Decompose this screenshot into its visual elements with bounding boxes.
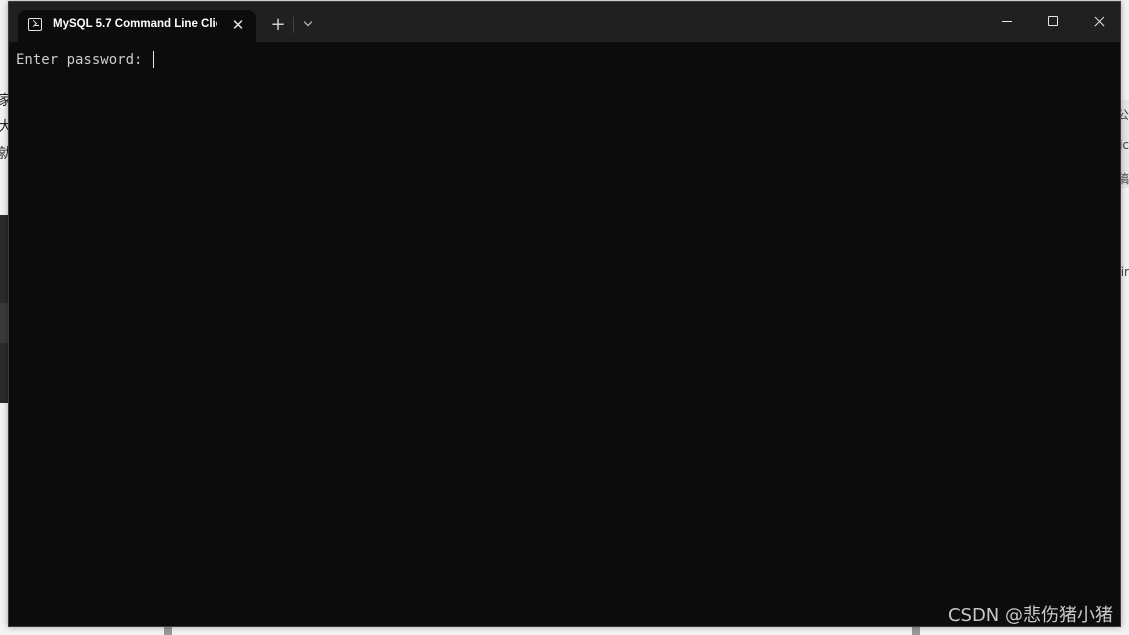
divider (293, 17, 294, 33)
terminal-icon (28, 18, 42, 31)
close-tab-icon[interactable]: ✕ (228, 15, 248, 35)
minimize-button[interactable] (984, 2, 1030, 42)
watermark: CSDN @悲伤猪小猪 (947, 605, 1113, 626)
title-bar[interactable]: MySQL 5.7 Command Line Client ✕ + (9, 2, 1120, 42)
tab-mysql-client[interactable]: MySQL 5.7 Command Line Client ✕ (18, 10, 256, 42)
plus-icon[interactable]: + (267, 14, 289, 36)
background-scrollbar (164, 627, 172, 635)
password-prompt: Enter password: (16, 51, 151, 68)
background-text: ir (1120, 265, 1129, 279)
background-scrollbar (912, 627, 920, 635)
terminal-output[interactable]: Enter password: (9, 42, 1120, 626)
maximize-button[interactable] (1030, 2, 1076, 42)
password-prompt-line[interactable]: Enter password: (16, 51, 1113, 68)
text-cursor (152, 51, 155, 68)
terminal-window[interactable]: MySQL 5.7 Command Line Client ✕ + Enter … (8, 1, 1121, 627)
chevron-down-icon[interactable] (298, 14, 320, 36)
close-window-button[interactable] (1076, 2, 1122, 42)
tab-title: MySQL 5.7 Command Line Client (53, 18, 217, 30)
